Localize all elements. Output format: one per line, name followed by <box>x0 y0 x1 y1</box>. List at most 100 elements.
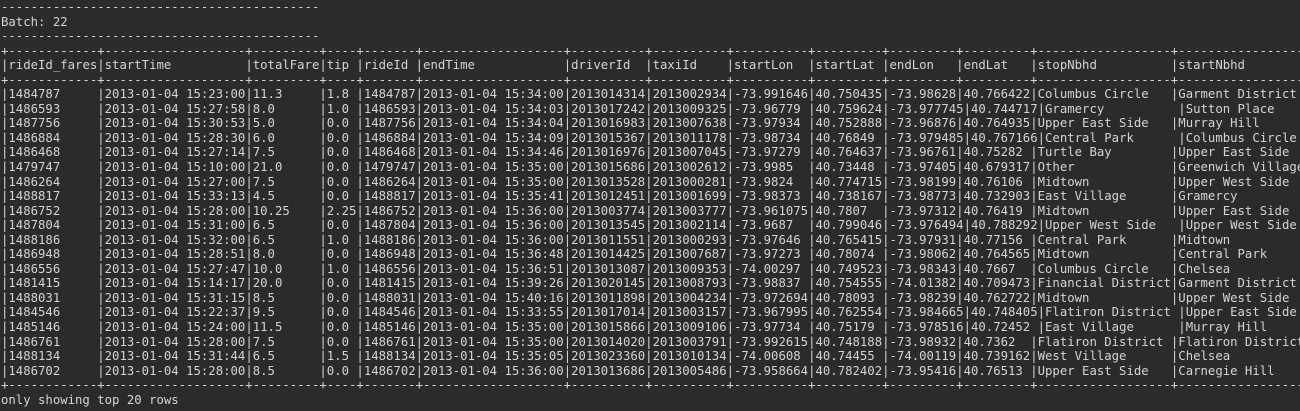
cell-stopNbhd: Upper West Side <box>1045 218 1179 233</box>
cell-totalFare: 11.5 <box>252 320 320 335</box>
cell-startLat: 40.759624 <box>815 101 883 116</box>
cell-startTime: 2013-01-04 15:33:13 <box>104 189 246 204</box>
cell-startLon: -74.00608 <box>734 349 809 364</box>
cell-taxiId: 2013002612 <box>652 160 727 175</box>
cell-rideId_fares: 1486761 <box>8 334 98 349</box>
cell-stopNbhd: West Village <box>1037 349 1171 364</box>
cell-startTime: 2013-01-04 15:31:44 <box>104 349 246 364</box>
cell-rideId_fares: 1486468 <box>8 145 98 160</box>
cell-endTime: 2013-01-04 15:34:09 <box>423 130 564 145</box>
table-row: |1486884 |2013-01-04 15:28:30|6.0 |0.0 |… <box>1 131 1300 146</box>
cell-startTime: 2013-01-04 15:14:17 <box>104 276 246 291</box>
cell-startLon: -73.97646 <box>734 232 809 247</box>
table-body: |1484787 |2013-01-04 15:23:00|11.3 |1.8 … <box>1 87 1300 378</box>
table-row: |1484546 |2013-01-04 15:22:37|9.5 |0.0 |… <box>1 305 1300 320</box>
column-header-startTime: startTime <box>104 58 246 73</box>
table-row: |1486468 |2013-01-04 15:27:14|7.5 |0.0 |… <box>1 145 1300 160</box>
table-row: |1488186 |2013-01-04 15:32:00|6.5 |1.0 |… <box>1 233 1300 248</box>
table-row: |1485146 |2013-01-04 15:24:00|11.5 |0.0 … <box>1 320 1300 335</box>
cell-totalFare: 8.5 <box>252 363 320 378</box>
cell-endLon: -73.98343 <box>889 261 957 276</box>
cell-rideId_fares: 1486556 <box>8 261 98 276</box>
cell-endLat: 40.748405 <box>970 305 1038 320</box>
cell-tip: 0.0 <box>326 174 357 189</box>
cell-endTime: 2013-01-04 15:35:00 <box>423 174 564 189</box>
cell-driverId: 2013003774 <box>571 203 646 218</box>
cell-taxiId: 2013005486 <box>652 363 727 378</box>
cell-endLat: 40.767166 <box>970 130 1038 145</box>
cell-startLon: -73.97934 <box>734 116 809 131</box>
table-row: |1484787 |2013-01-04 15:23:00|11.3 |1.8 … <box>1 87 1300 102</box>
cell-tip: 0.0 <box>326 276 357 291</box>
table-row: |1481415 |2013-01-04 15:14:17|20.0 |0.0 … <box>1 276 1300 291</box>
cell-stopNbhd: Financial District <box>1037 276 1171 291</box>
cell-endLat: 40.732903 <box>963 189 1031 204</box>
cell-startLon: -73.96779 <box>734 101 809 116</box>
cell-driverId: 2013013545 <box>571 218 646 233</box>
cell-rideId: 1487804 <box>363 218 416 233</box>
cell-rideId_fares: 1485146 <box>8 320 98 335</box>
cell-totalFare: 9.5 <box>252 305 320 320</box>
batch-label: Batch: 22 <box>1 14 68 29</box>
table-border-mid: +------------+-------------------+------… <box>1 72 1300 87</box>
cell-rideId_fares: 1488186 <box>8 232 98 247</box>
cell-totalFare: 8.0 <box>252 101 320 116</box>
cell-endTime: 2013-01-04 15:35:00 <box>423 320 564 335</box>
cell-rideId_fares: 1487804 <box>8 218 98 233</box>
column-header-totalFare: totalFare <box>252 58 320 73</box>
cell-endLat: 40.679317 <box>963 160 1031 175</box>
cell-rideId: 1486264 <box>363 174 416 189</box>
cell-startLat: 40.754555 <box>815 276 883 291</box>
cell-stopNbhd: East Village <box>1037 189 1171 204</box>
cell-rideId: 1484787 <box>363 87 416 102</box>
table-row: |1486948 |2013-01-04 15:28:51|8.0 |0.0 |… <box>1 247 1300 262</box>
cell-startNbhd: Murray Hill <box>1178 116 1300 131</box>
cell-endLat: 40.709473 <box>963 276 1031 291</box>
cell-startTime: 2013-01-04 15:27:14 <box>104 145 246 160</box>
table-row: |1488817 |2013-01-04 15:33:13|4.5 |0.0 |… <box>1 189 1300 204</box>
cell-startLon: -73.98837 <box>734 276 809 291</box>
cell-rideId: 1486702 <box>363 363 416 378</box>
cell-startTime: 2013-01-04 15:27:00 <box>104 174 246 189</box>
cell-endTime: 2013-01-04 15:35:00 <box>423 334 564 349</box>
cell-startLat: 40.78074 <box>815 247 883 262</box>
cell-taxiId: 2013007687 <box>652 247 727 262</box>
cell-startLat: 40.764637 <box>815 145 883 160</box>
cell-tip: 0.0 <box>326 116 357 131</box>
cell-startLon: -73.9824 <box>734 174 809 189</box>
column-header-startNbhd: startNbhd <box>1178 58 1300 73</box>
cell-startTime: 2013-01-04 15:28:30 <box>104 130 246 145</box>
cell-totalFare: 7.5 <box>252 145 320 160</box>
cell-startNbhd: Flatiron District <box>1178 334 1300 349</box>
cell-startLat: 40.774715 <box>815 174 883 189</box>
cell-startLat: 40.762554 <box>815 305 883 320</box>
cell-taxiId: 2013000281 <box>652 174 727 189</box>
cell-tip: 1.8 <box>326 87 357 102</box>
cell-startLat: 40.749523 <box>815 261 883 276</box>
cell-stopNbhd: Midtown <box>1037 174 1171 189</box>
cell-driverId: 2013016976 <box>571 145 646 160</box>
cell-rideId_fares: 1486948 <box>8 247 98 262</box>
table-row: |1486264 |2013-01-04 15:27:00|7.5 |0.0 |… <box>1 175 1300 190</box>
cell-endTime: 2013-01-04 15:39:26 <box>423 276 564 291</box>
cell-endLat: 40.7362 <box>963 334 1031 349</box>
cell-totalFare: 8.0 <box>252 247 320 262</box>
cell-endLon: -73.979485 <box>889 130 964 145</box>
column-header-startLat: startLat <box>815 58 883 73</box>
column-header-taxiId: taxiId <box>652 58 727 73</box>
cell-tip: 2.25 <box>326 203 357 218</box>
cell-rideId: 1488031 <box>363 290 416 305</box>
cell-startLat: 40.765415 <box>815 232 883 247</box>
cell-startLat: 40.73448 <box>815 160 883 175</box>
cell-totalFare: 11.3 <box>252 87 320 102</box>
cell-tip: 1.0 <box>326 101 357 116</box>
cell-totalFare: 10.25 <box>252 203 320 218</box>
cell-endTime: 2013-01-04 15:34:00 <box>423 87 564 102</box>
cell-rideId_fares: 1488817 <box>8 189 98 204</box>
cell-driverId: 2013014314 <box>571 87 646 102</box>
cell-stopNbhd: Other <box>1037 160 1171 175</box>
cell-endLon: -73.98199 <box>889 174 957 189</box>
cell-startNbhd: Carnegie Hill <box>1178 363 1300 378</box>
cell-stopNbhd: Columbus Circle <box>1037 261 1171 276</box>
cell-taxiId: 2013007045 <box>652 145 727 160</box>
